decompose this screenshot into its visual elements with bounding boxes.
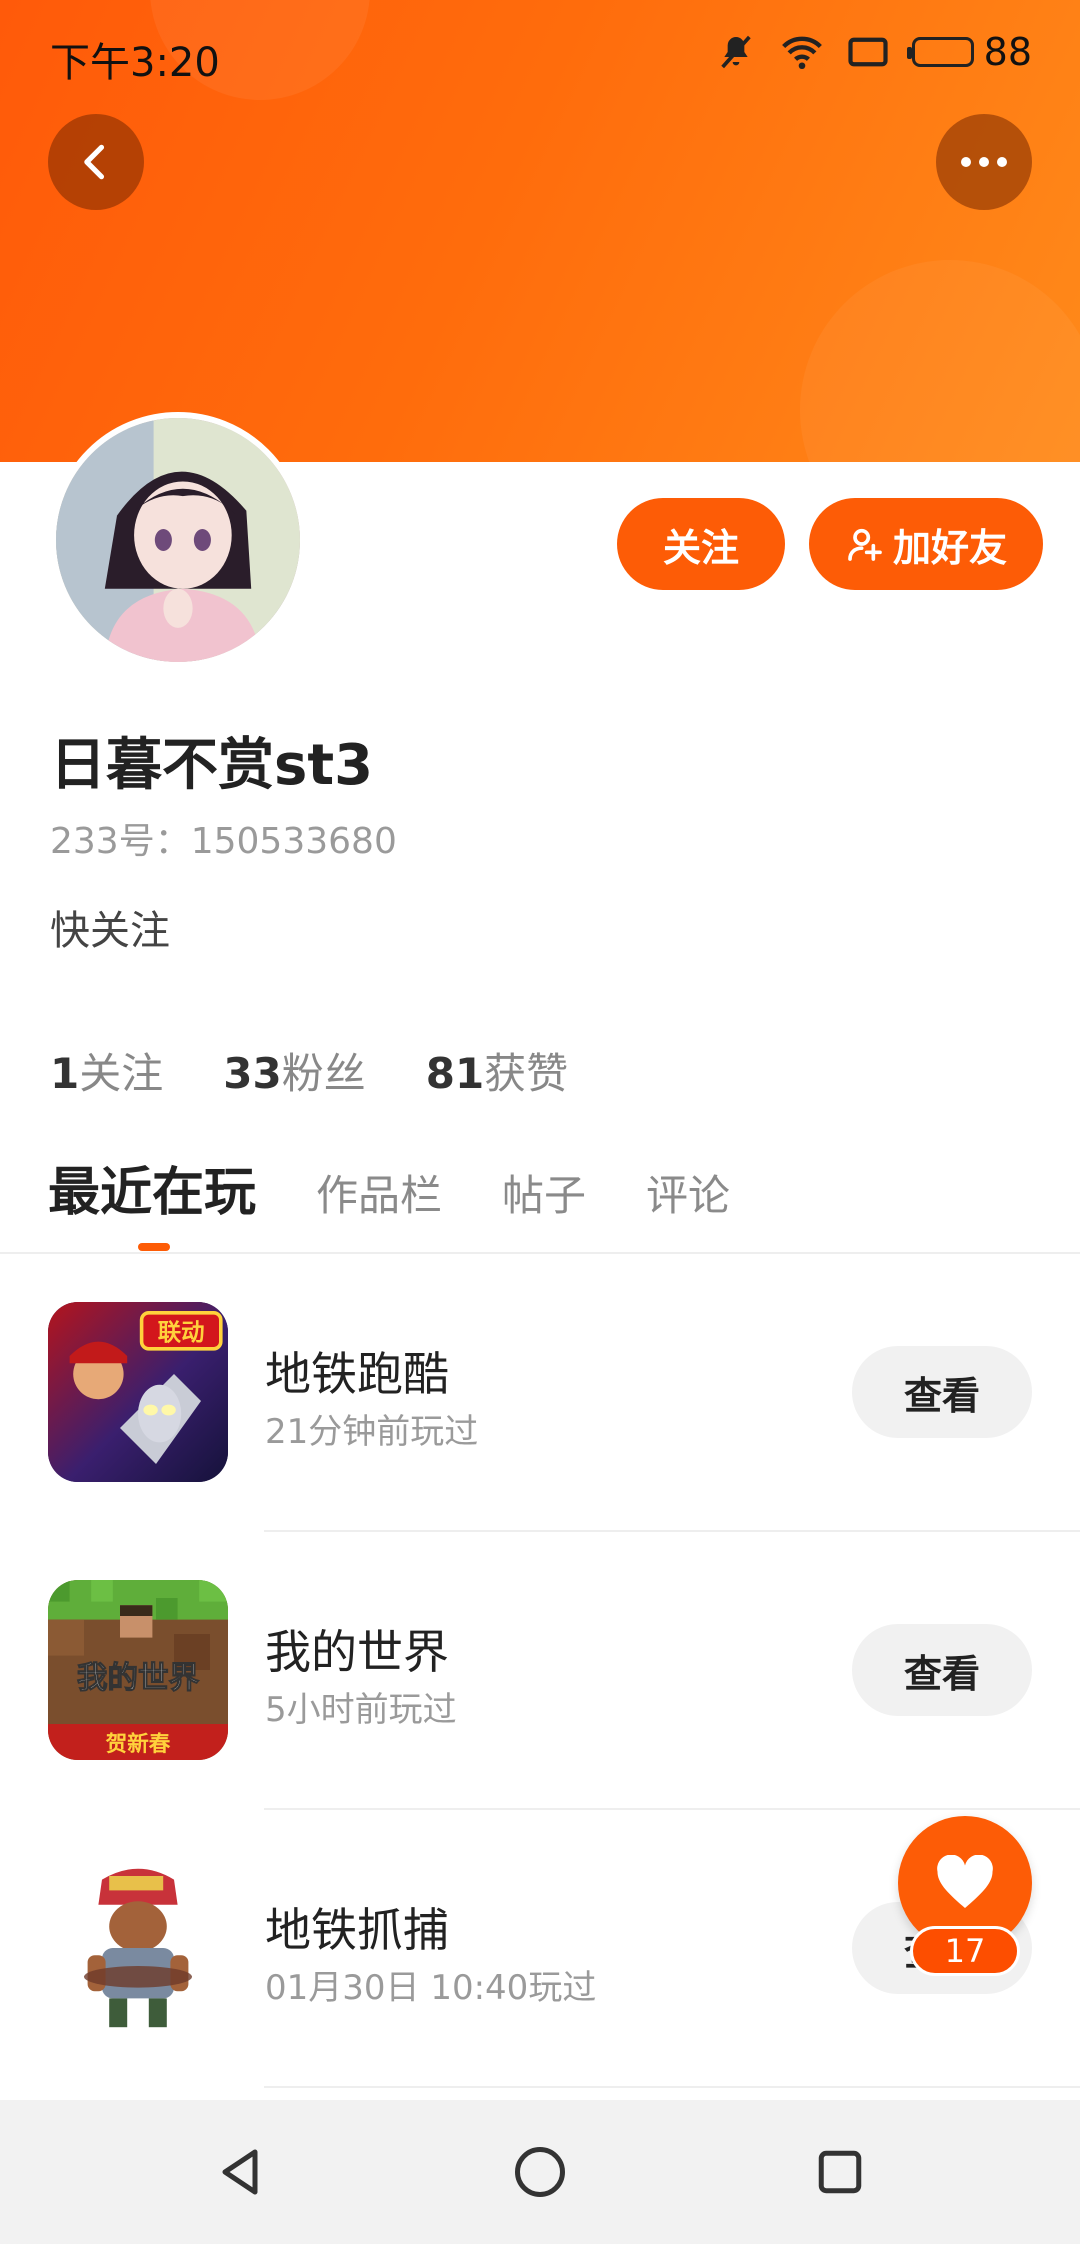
following-count: 1 (50, 1049, 80, 1098)
username: 日暮不赏st3 (50, 733, 374, 798)
nav-back-button[interactable] (204, 2136, 276, 2208)
decorative-circle (800, 260, 1080, 462)
fans-stat[interactable]: 33粉丝 (223, 1040, 365, 1101)
profile-tabs: 最近在玩 作品栏 帖子 评论 (48, 1150, 730, 1225)
game-last-played: 01月30日 10:40玩过 (265, 1968, 597, 2008)
game-last-played: 21分钟前玩过 (265, 1412, 479, 1452)
tab-comments[interactable]: 评论 (646, 1162, 730, 1223)
game-icon-label: 我的世界 (77, 1661, 200, 1696)
like-count-badge: 17 (910, 1926, 1020, 1976)
add-friend-label: 加好友 (892, 525, 1007, 570)
system-navigation-bar (0, 2100, 1080, 2244)
status-time: 下午3:20 (50, 40, 220, 86)
chevron-left-icon (84, 144, 105, 180)
more-options-button[interactable] (936, 114, 1032, 210)
list-item[interactable]: 联动 地铁跑酷 21分钟前玩过 查看 (0, 1254, 1080, 1532)
tab-works[interactable]: 作品栏 (316, 1162, 442, 1223)
profile-stats: 1关注 33粉丝 81获赞 (50, 1040, 568, 1101)
add-friend-button[interactable]: 加好友 (809, 498, 1043, 590)
likes-count: 81 (425, 1049, 485, 1098)
user-id: 233号：150533680 (50, 821, 397, 862)
status-bar: 下午3:20 88 (0, 0, 1080, 112)
view-button[interactable]: 查看 (852, 1624, 1032, 1716)
game-icon: 联动 (48, 1302, 228, 1482)
square-recents-icon (818, 2150, 862, 2194)
mute-icon (714, 30, 758, 74)
nav-home-button[interactable] (504, 2136, 576, 2208)
status-icons: 88 (714, 30, 1032, 74)
list-item[interactable]: 我的世界 贺新春 我的世界 5小时前玩过 查看 (0, 1532, 1080, 1810)
user-bio: 快关注 (50, 908, 170, 954)
fans-label: 粉丝 (281, 1049, 366, 1098)
battery-indicator: 88 (906, 30, 1032, 74)
screen-icon (846, 30, 890, 74)
game-last-played: 5小时前玩过 (265, 1690, 457, 1730)
circle-home-icon (515, 2147, 565, 2197)
likes-label: 获赞 (484, 1049, 569, 1098)
more-dots-icon (961, 157, 1007, 167)
nav-recents-button[interactable] (804, 2136, 876, 2208)
triangle-back-icon (222, 2149, 258, 2195)
tab-recently-played[interactable]: 最近在玩 (48, 1150, 256, 1225)
fans-count: 33 (223, 1049, 282, 1098)
avatar[interactable] (50, 412, 306, 668)
game-name: 我的世界 (265, 1625, 449, 1679)
back-button[interactable] (48, 114, 144, 210)
game-icon (48, 1858, 228, 2038)
avatar-image (56, 418, 300, 662)
game-name: 地铁跑酷 (265, 1347, 449, 1401)
divider (264, 2086, 1080, 2088)
heart-icon (937, 1855, 993, 1908)
battery-level: 88 (983, 30, 1032, 74)
follow-button[interactable]: 关注 (617, 498, 785, 590)
following-label: 关注 (79, 1049, 164, 1098)
tab-posts[interactable]: 帖子 (502, 1162, 586, 1223)
game-name: 地铁抓捕 (265, 1903, 449, 1957)
battery-icon (906, 37, 974, 67)
add-user-icon (848, 528, 882, 561)
wifi-icon (780, 30, 824, 74)
tab-active-indicator (138, 1243, 170, 1251)
likes-stat[interactable]: 81获赞 (426, 1040, 568, 1101)
game-icon-sublabel: 贺新春 (106, 1731, 171, 1757)
game-icon: 我的世界 贺新春 (48, 1580, 228, 1760)
view-button[interactable]: 查看 (852, 1346, 1032, 1438)
following-stat[interactable]: 1关注 (50, 1040, 163, 1101)
game-icon-label: 联动 (158, 1318, 205, 1346)
